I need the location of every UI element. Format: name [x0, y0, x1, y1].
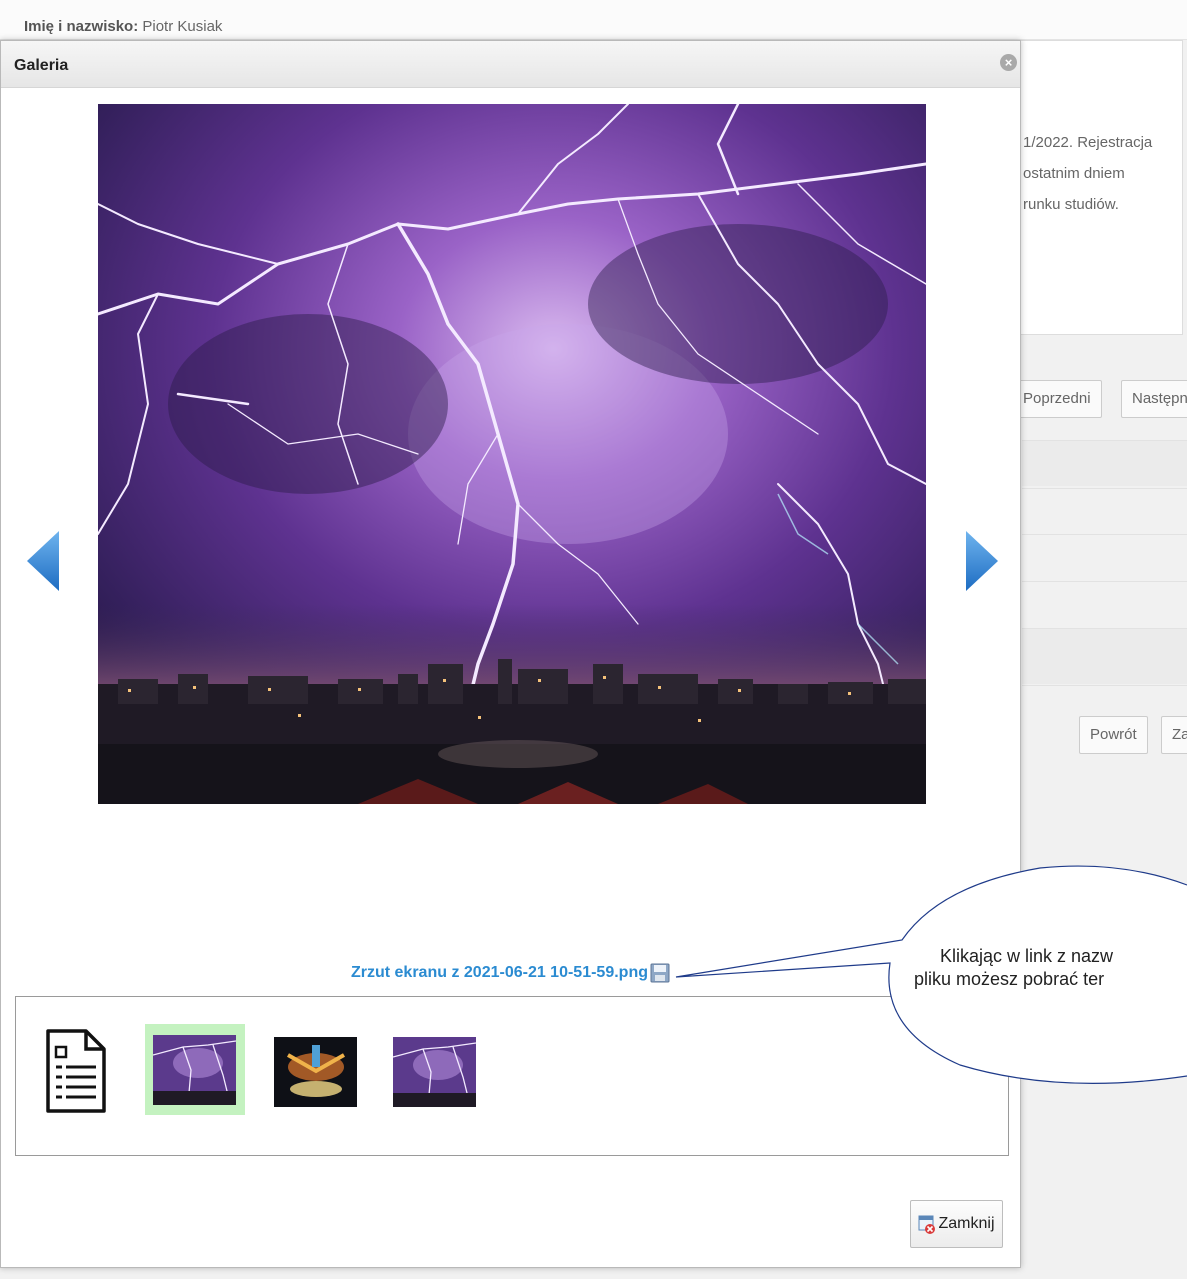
- divider: [1022, 488, 1187, 489]
- document-icon[interactable]: [40, 1025, 110, 1115]
- dialog-titlebar: Galeria ×: [1, 41, 1020, 88]
- gallery-main-image: [98, 104, 926, 804]
- notice-panel: [1000, 40, 1183, 335]
- next-button[interactable]: Następn: [1121, 380, 1187, 418]
- close-button-label: Zamknij: [938, 1215, 995, 1232]
- notice-line-3: runku studiów.: [1023, 196, 1119, 213]
- divider: [1022, 581, 1187, 582]
- extra-button[interactable]: Za: [1161, 716, 1187, 754]
- lightning-city-image: [98, 104, 926, 804]
- thumbnail-fountain[interactable]: [274, 1037, 357, 1107]
- lightning-thumbnail-image: [393, 1037, 476, 1107]
- arrow-right-icon[interactable]: [964, 529, 1000, 593]
- callout-right-line-1: Klikając w link z nazw: [940, 946, 1114, 966]
- close-circle-icon[interactable]: ×: [1000, 54, 1017, 71]
- notice-line-1: 1/2022. Rejestracja: [1023, 134, 1153, 151]
- notice-line-2: ostatnim dniem: [1023, 165, 1125, 182]
- student-info: Imię i nazwisko: Piotr Kusiak: [24, 18, 222, 35]
- back-button[interactable]: Powrót: [1079, 716, 1148, 754]
- table-row: [1022, 441, 1187, 486]
- close-button[interactable]: Zamknij: [910, 1200, 1003, 1248]
- arrow-left-icon[interactable]: [25, 529, 61, 593]
- fountain-thumbnail-image: [274, 1037, 357, 1107]
- student-label: Imię i nazwisko:: [24, 18, 139, 35]
- previous-button[interactable]: Poprzedni: [1012, 380, 1102, 418]
- divider: [1022, 685, 1187, 686]
- thumbnail-lightning-2[interactable]: [393, 1037, 476, 1107]
- callout-right-line-2: pliku możesz pobrać ter: [914, 969, 1105, 989]
- student-name: Piotr Kusiak: [142, 18, 223, 35]
- divider: [1022, 534, 1187, 535]
- lightning-thumbnail-image: [153, 1035, 236, 1105]
- table-row: [1022, 629, 1187, 684]
- close-window-icon: [918, 1215, 936, 1234]
- student-header: Imię i nazwisko: Piotr Kusiak: [0, 0, 1187, 40]
- dialog-title: Galeria: [14, 57, 69, 74]
- page: Imię i nazwisko: Piotr Kusiak 1/2022. Re…: [0, 0, 1187, 1279]
- file-download-link[interactable]: Zrzut ekranu z 2021-06-21 10-51-59.png: [351, 964, 648, 982]
- thumbnail-lightning-1[interactable]: [153, 1035, 236, 1105]
- callout-right-text: Klikając w link z nazw pliku możesz pobr…: [895, 945, 1187, 991]
